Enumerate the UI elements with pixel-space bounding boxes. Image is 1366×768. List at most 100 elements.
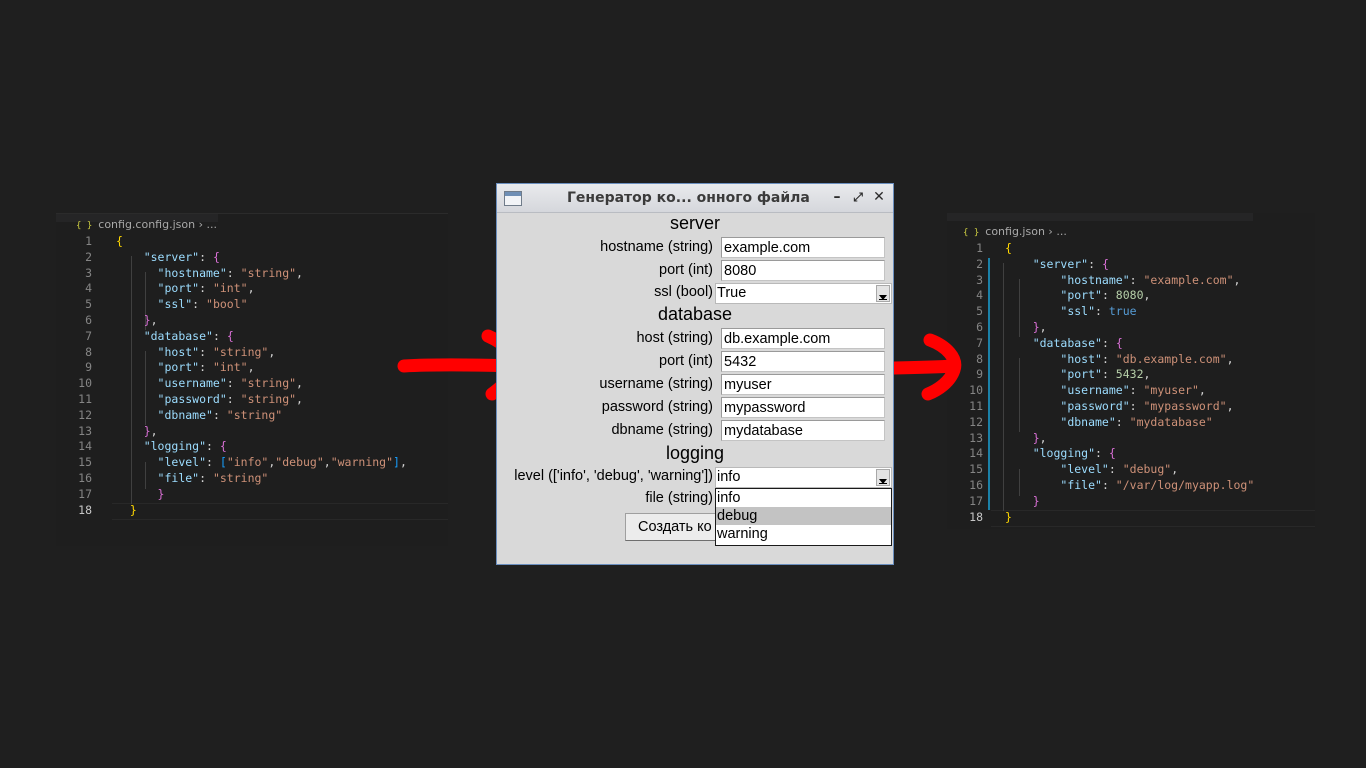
code-line[interactable]: 6 }, xyxy=(56,313,448,329)
level-option-debug[interactable]: debug xyxy=(716,507,891,525)
line-text: "server": { xyxy=(143,249,220,264)
app-window-icon xyxy=(504,191,522,206)
level-label: level (['info', 'debug', 'warning']) xyxy=(514,468,713,484)
db-port-label: port (int) xyxy=(659,353,713,369)
code-line[interactable]: 6 }, xyxy=(947,320,1315,336)
line-text: }, xyxy=(1032,430,1047,445)
code-line[interactable]: 16 "file": "string" xyxy=(56,471,448,487)
line-text: "logging": { xyxy=(1032,446,1116,461)
code-line[interactable]: 14 "logging": { xyxy=(947,446,1315,462)
host-label: host (string) xyxy=(636,330,713,346)
line-text: "dbname": "mydatabase" xyxy=(1060,414,1213,429)
level-option-info[interactable]: info xyxy=(716,489,891,507)
code-line[interactable]: 16 "file": "/var/log/myapp.log" xyxy=(947,478,1315,494)
level-select[interactable]: info xyxy=(715,467,892,488)
line-text: "dbname": "string" xyxy=(157,407,283,422)
section-database-title: database xyxy=(657,304,733,324)
code-line[interactable]: 8 "host": "db.example.com", xyxy=(947,352,1315,368)
line-number: 1 xyxy=(85,234,92,248)
json-file-icon: { } xyxy=(76,221,93,231)
line-text: "ssl": true xyxy=(1060,304,1137,319)
code-line[interactable]: 18} xyxy=(947,510,1315,526)
password-field[interactable] xyxy=(721,397,885,418)
code-line[interactable]: 17 } xyxy=(947,494,1315,510)
code-line[interactable]: 12 "dbname": "mydatabase" xyxy=(947,415,1315,431)
server-port-field[interactable] xyxy=(721,260,885,281)
code-line[interactable]: 10 "username": "myuser", xyxy=(947,383,1315,399)
close-button[interactable]: ✕ xyxy=(870,188,888,206)
code-line[interactable]: 2 "server": { xyxy=(56,250,448,266)
line-number: 15 xyxy=(969,462,983,477)
code-line[interactable]: 3 "hostname": "string", xyxy=(56,266,448,282)
code-line[interactable]: 3 "hostname": "example.com", xyxy=(947,273,1315,289)
code-line[interactable]: 1{ xyxy=(947,241,1315,257)
code-line[interactable]: 7 "database": { xyxy=(56,329,448,345)
username-field[interactable] xyxy=(721,374,885,395)
password-label: password (string) xyxy=(601,399,713,415)
line-number: 13 xyxy=(969,430,983,445)
code-line[interactable]: 12 "dbname": "string" xyxy=(56,408,448,424)
left-editor-panel: { } config.config.json › ... 1{2 "server"… xyxy=(56,213,448,546)
breadcrumb-separator: › xyxy=(1048,225,1053,238)
line-number: 17 xyxy=(969,493,983,508)
editor-tab-strip xyxy=(947,213,1253,221)
code-line[interactable]: 7 "database": { xyxy=(947,336,1315,352)
code-line[interactable]: 15 "level": ["info","debug","warning"], xyxy=(56,455,448,471)
code-line[interactable]: 1{ xyxy=(56,234,448,250)
code-line[interactable]: 13 }, xyxy=(56,424,448,440)
dbname-field[interactable] xyxy=(721,420,885,441)
line-text: "file": "string" xyxy=(157,470,269,485)
line-text: }, xyxy=(143,423,158,438)
line-text: { xyxy=(116,234,123,248)
code-line[interactable]: 18 } xyxy=(56,503,448,519)
code-line[interactable]: 5 "ssl": true xyxy=(947,304,1315,320)
ssl-select[interactable]: True xyxy=(715,283,892,304)
code-line[interactable]: 11 "password": "string", xyxy=(56,392,448,408)
breadcrumb[interactable]: { } config.config.json › ... xyxy=(76,218,217,231)
host-field[interactable] xyxy=(721,328,885,349)
breadcrumb-more[interactable]: ... xyxy=(1056,225,1067,238)
breadcrumb[interactable]: { } config.json › ... xyxy=(963,225,1067,238)
line-text: "username": "string", xyxy=(157,376,303,391)
line-text: } xyxy=(129,502,137,517)
minimize-button[interactable]: – xyxy=(828,188,846,206)
line-text: "password": "mypassword", xyxy=(1060,398,1234,413)
code-line[interactable]: 5 "ssl": "bool" xyxy=(56,297,448,313)
line-text: }, xyxy=(143,312,158,327)
breadcrumb-file[interactable]: config.config.json xyxy=(98,218,195,231)
code-line[interactable]: 9 "port": "int", xyxy=(56,360,448,376)
right-editor-panel: { } config.json › ... 1{2 "server": {3 "h… xyxy=(947,213,1315,529)
code-line[interactable]: 15 "level": "debug", xyxy=(947,462,1315,478)
dropdown-arrow-icon[interactable] xyxy=(876,469,890,486)
line-number: 6 xyxy=(85,312,92,327)
line-text: "port": "int", xyxy=(157,360,255,375)
code-line[interactable]: 9 "port": 5432, xyxy=(947,367,1315,383)
code-line[interactable]: 17 } xyxy=(56,487,448,503)
code-line[interactable]: 4 "port": 8080, xyxy=(947,288,1315,304)
ssl-select-value: True xyxy=(717,285,747,301)
section-server-title: server xyxy=(669,213,720,233)
line-number: 12 xyxy=(969,414,983,429)
code-line[interactable]: 13 }, xyxy=(947,431,1315,447)
code-line[interactable]: 10 "username": "string", xyxy=(56,376,448,392)
code-line[interactable]: 4 "port": "int", xyxy=(56,281,448,297)
code-area[interactable]: 1{2 "server": {3 "hostname": "string", 4 … xyxy=(56,234,448,518)
window-title: Генератор ко... онного файла xyxy=(567,190,810,206)
level-option-warning[interactable]: warning xyxy=(716,525,891,543)
code-area[interactable]: 1{2 "server": {3 "hostname": "example.co… xyxy=(947,241,1315,525)
hostname-field[interactable] xyxy=(721,237,885,258)
dropdown-arrow-icon[interactable] xyxy=(876,285,890,302)
line-text: "logging": { xyxy=(143,439,227,454)
line-number: 3 xyxy=(85,265,92,280)
code-line[interactable]: 14 "logging": { xyxy=(56,439,448,455)
line-text: }, xyxy=(1032,319,1047,334)
code-line[interactable]: 11 "password": "mypassword", xyxy=(947,399,1315,415)
code-line[interactable]: 2 "server": { xyxy=(947,257,1315,273)
maximize-button[interactable]: ⤢ xyxy=(849,188,867,206)
db-port-field[interactable] xyxy=(721,351,885,372)
line-number: 14 xyxy=(969,446,983,461)
code-line[interactable]: 8 "host": "string", xyxy=(56,345,448,361)
window-titlebar[interactable]: Генератор ко... онного файла – ⤢ ✕ xyxy=(497,184,893,213)
breadcrumb-file[interactable]: config.json xyxy=(985,225,1045,238)
breadcrumb-more[interactable]: ... xyxy=(206,218,217,231)
